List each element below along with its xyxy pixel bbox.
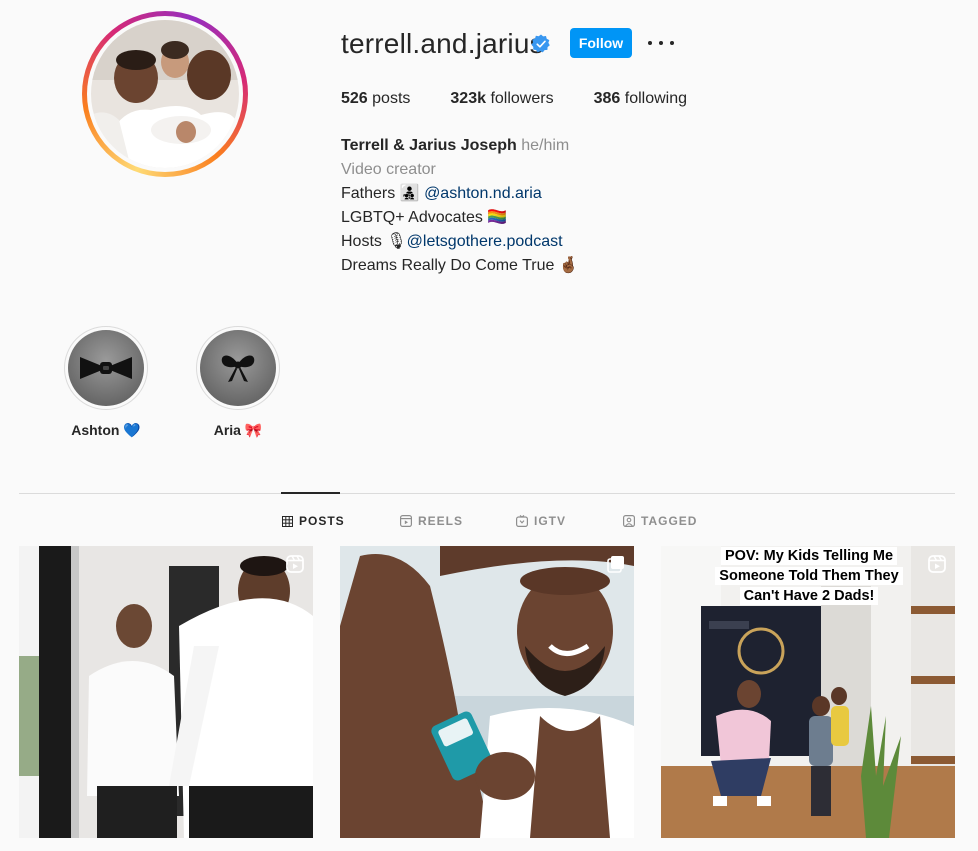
following-stat[interactable]: 386 following <box>594 90 687 108</box>
grid-icon <box>282 515 293 527</box>
avatar-photo <box>91 20 239 168</box>
tab-tagged[interactable]: TAGGED <box>623 514 697 528</box>
bio-link-ashton-nd-aria[interactable]: @ashton.nd.aria <box>424 185 542 202</box>
bio-line-advocates: LGBTQ+ Advocates 🏳️‍🌈 <box>341 209 508 226</box>
posts-stat: 526 posts <box>341 90 410 108</box>
tagged-icon <box>623 515 635 527</box>
post-image <box>19 546 313 838</box>
highlight-label: Aria 🎀 <box>213 422 263 438</box>
post-image <box>340 546 634 838</box>
tab-label: IGTV <box>534 514 567 528</box>
reel-icon <box>928 555 946 573</box>
post-thumbnail[interactable]: POV: My Kids Telling Me Someone Told The… <box>661 546 955 838</box>
bio-name-line: Terrell & Jarius Joseph he/him <box>341 134 579 158</box>
tab-posts[interactable]: POSTS <box>282 514 345 528</box>
following-count: 386 <box>593 90 621 107</box>
profile-pronouns: he/him <box>521 137 570 154</box>
profile-avatar[interactable] <box>82 11 248 177</box>
tab-igtv[interactable]: IGTV <box>516 514 566 528</box>
followers-label: followers <box>490 90 554 107</box>
profile-category: Video creator <box>341 161 436 178</box>
profile-tabs: POSTS REELS IGTV TAGGED <box>0 512 978 532</box>
posts-label: posts <box>372 90 411 107</box>
highlight-label: Ashton 💙 <box>71 422 141 438</box>
bio-text: Hosts 🎙 <box>341 233 407 250</box>
bio-link-podcast[interactable]: @letsgothere.podcast <box>407 233 563 250</box>
verified-badge-icon <box>531 34 550 53</box>
profile-stats: 526 posts 323k followers 386 following <box>341 90 727 108</box>
profile-divider <box>19 493 955 494</box>
tab-label: POSTS <box>299 514 345 528</box>
posts-count: 526 <box>341 90 368 107</box>
follow-button[interactable]: Follow <box>570 28 632 58</box>
post-thumbnail[interactable] <box>340 546 634 838</box>
profile-bio: Terrell & Jarius Joseph he/him Video cre… <box>341 134 579 278</box>
bio-line-dreams: Dreams Really Do Come True 🤞🏾 <box>341 257 579 274</box>
multiple-icon <box>607 556 624 573</box>
profile-username: terrell.and.jarius <box>341 28 544 59</box>
post-thumbnail[interactable] <box>19 546 313 838</box>
following-label: following <box>624 90 688 107</box>
bio-line-hosts: Hosts 🎙@letsgothere.podcast <box>341 230 579 254</box>
bio-line-fathers: Fathers 👨‍👧‍👦 @ashton.nd.aria <box>341 182 579 206</box>
reels-icon <box>400 515 412 527</box>
tab-reels[interactable]: REELS <box>400 514 463 528</box>
post-caption-overlay: POV: My Kids Telling Me Someone Told The… <box>705 546 913 606</box>
tab-label: REELS <box>418 514 464 528</box>
followers-stat[interactable]: 323k followers <box>450 90 553 108</box>
followers-count: 323k <box>450 90 486 107</box>
bio-text: Fathers 👨‍👧‍👦 <box>341 185 420 202</box>
tab-label: TAGGED <box>641 514 698 528</box>
igtv-icon <box>516 515 528 527</box>
active-tab-indicator <box>281 492 340 494</box>
story-highlight-aria[interactable]: Aria 🎀 <box>196 326 280 439</box>
profile-full-name: Terrell & Jarius Joseph <box>341 137 517 154</box>
more-options-icon[interactable] <box>648 33 674 53</box>
reel-icon <box>286 555 304 573</box>
bow-tie-icon <box>68 330 144 406</box>
hair-bow-icon <box>200 330 276 406</box>
story-highlight-ashton[interactable]: Ashton 💙 <box>64 326 148 439</box>
